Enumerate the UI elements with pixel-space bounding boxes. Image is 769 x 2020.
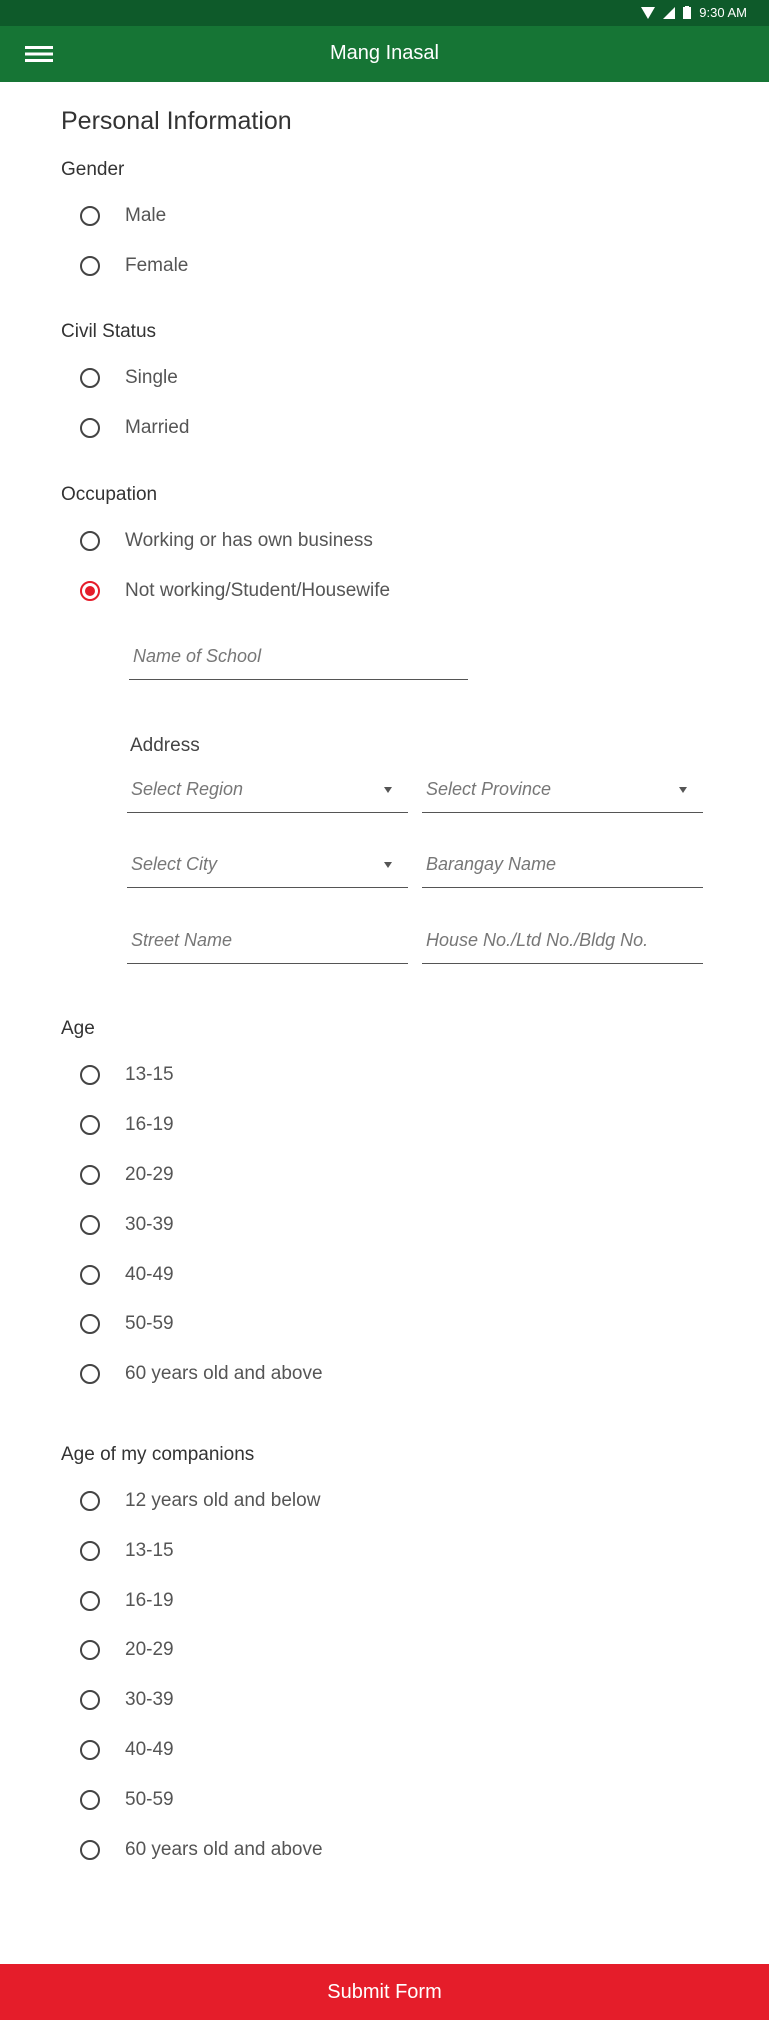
radio-label: 20-29	[125, 1164, 174, 1185]
radio-label: Single	[125, 367, 178, 388]
radio-icon[interactable]	[80, 531, 100, 551]
radio-icon[interactable]	[80, 1491, 100, 1511]
radio-label: 50-59	[125, 1313, 174, 1334]
region-select-input[interactable]	[131, 779, 382, 800]
radio-icon[interactable]	[80, 1640, 100, 1660]
radio-icon[interactable]	[80, 1364, 100, 1384]
companions-age-option[interactable]: 16-19	[80, 1584, 174, 1618]
radio-icon[interactable]	[80, 1690, 100, 1710]
occupation-option-working[interactable]: Working or has own business	[80, 524, 373, 558]
companions-age-option[interactable]: 13-15	[80, 1534, 174, 1568]
radio-icon[interactable]	[80, 1065, 100, 1085]
gender-option-male[interactable]: Male	[80, 199, 166, 233]
age-option[interactable]: 13-15	[80, 1058, 174, 1092]
app-bar: Mang Inasal	[0, 26, 769, 82]
occupation-option-not-working[interactable]: Not working/Student/Housewife	[80, 574, 390, 608]
city-select-input[interactable]	[131, 854, 382, 875]
radio-icon[interactable]	[80, 368, 100, 388]
radio-label: 40-49	[125, 1264, 174, 1285]
radio-label: 30-39	[125, 1689, 174, 1710]
radio-label: 60 years old and above	[125, 1839, 323, 1860]
age-option[interactable]: 20-29	[80, 1158, 174, 1192]
companions-age-option[interactable]: 20-29	[80, 1633, 174, 1667]
radio-label: Not working/Student/Housewife	[125, 580, 391, 601]
radio-label: 16-19	[125, 1114, 174, 1135]
city-select[interactable]	[127, 846, 408, 888]
status-icons: 9:30 AM	[641, 5, 747, 20]
barangay-field[interactable]	[422, 846, 703, 888]
status-bar: 9:30 AM	[0, 0, 769, 26]
radio-icon[interactable]	[80, 1541, 100, 1561]
wifi-icon	[641, 6, 656, 19]
radio-icon[interactable]	[80, 1314, 100, 1334]
companions-age-option[interactable]: 60 years old and above	[80, 1833, 323, 1867]
region-select[interactable]	[127, 771, 408, 813]
status-time: 9:30 AM	[699, 5, 747, 20]
house-number-input[interactable]	[426, 930, 677, 951]
age-option[interactable]: 16-19	[80, 1108, 174, 1142]
page-title: Personal Information	[61, 107, 292, 135]
radio-label: 60 years old and above	[125, 1363, 323, 1384]
radio-icon[interactable]	[80, 1840, 100, 1860]
radio-label: 13-15	[125, 1540, 174, 1561]
radio-label: Male	[125, 205, 167, 226]
radio-checked-icon[interactable]	[80, 581, 100, 601]
submit-form-button[interactable]: Submit Form	[0, 1964, 769, 2020]
gender-label: Gender	[61, 159, 125, 180]
province-select-input[interactable]	[426, 779, 677, 800]
companions-age-label: Age of my companions	[61, 1444, 255, 1465]
civil-status-option-married[interactable]: Married	[80, 411, 189, 445]
school-name-field[interactable]	[129, 638, 468, 680]
radio-label: 40-49	[125, 1739, 174, 1760]
radio-icon[interactable]	[80, 1265, 100, 1285]
radio-label: 13-15	[125, 1064, 174, 1085]
radio-label: Married	[125, 417, 190, 438]
radio-label: 20-29	[125, 1639, 174, 1660]
companions-age-option[interactable]: 12 years old and below	[80, 1484, 320, 1518]
battery-icon	[683, 6, 692, 19]
address-label: Address	[130, 735, 200, 756]
age-option[interactable]: 60 years old and above	[80, 1357, 323, 1391]
dropdown-arrow-icon	[679, 787, 687, 793]
radio-label: Female	[125, 255, 189, 276]
radio-icon[interactable]	[80, 1591, 100, 1611]
radio-label: 16-19	[125, 1590, 174, 1611]
age-label: Age	[61, 1018, 95, 1039]
radio-icon[interactable]	[80, 418, 100, 438]
radio-icon[interactable]	[80, 1165, 100, 1185]
radio-label: 12 years old and below	[125, 1490, 321, 1511]
radio-icon[interactable]	[80, 1215, 100, 1235]
barangay-input[interactable]	[426, 854, 677, 875]
radio-icon[interactable]	[80, 256, 100, 276]
radio-icon[interactable]	[80, 206, 100, 226]
companions-age-option[interactable]: 40-49	[80, 1733, 174, 1767]
radio-label: Working or has own business	[125, 530, 373, 551]
school-name-input[interactable]	[133, 646, 442, 667]
gender-option-female[interactable]: Female	[80, 249, 188, 283]
app-title: Mang Inasal	[330, 42, 439, 64]
age-option[interactable]: 30-39	[80, 1208, 174, 1242]
occupation-label: Occupation	[61, 484, 158, 505]
age-option[interactable]: 40-49	[80, 1258, 174, 1292]
street-input[interactable]	[131, 930, 382, 951]
age-option[interactable]: 50-59	[80, 1307, 174, 1341]
radio-label: 50-59	[125, 1789, 174, 1810]
radio-icon[interactable]	[80, 1115, 100, 1135]
civil-status-option-single[interactable]: Single	[80, 361, 178, 395]
signal-icon	[663, 6, 676, 19]
house-number-field[interactable]	[422, 922, 703, 964]
street-field[interactable]	[127, 922, 408, 964]
province-select[interactable]	[422, 771, 703, 813]
radio-icon[interactable]	[80, 1790, 100, 1810]
radio-icon[interactable]	[80, 1740, 100, 1760]
civil-status-label: Civil Status	[61, 321, 157, 342]
companions-age-option[interactable]: 30-39	[80, 1683, 174, 1717]
radio-label: 30-39	[125, 1214, 174, 1235]
companions-age-option[interactable]: 50-59	[80, 1783, 174, 1817]
dropdown-arrow-icon	[384, 787, 392, 793]
dropdown-arrow-icon	[384, 862, 392, 868]
